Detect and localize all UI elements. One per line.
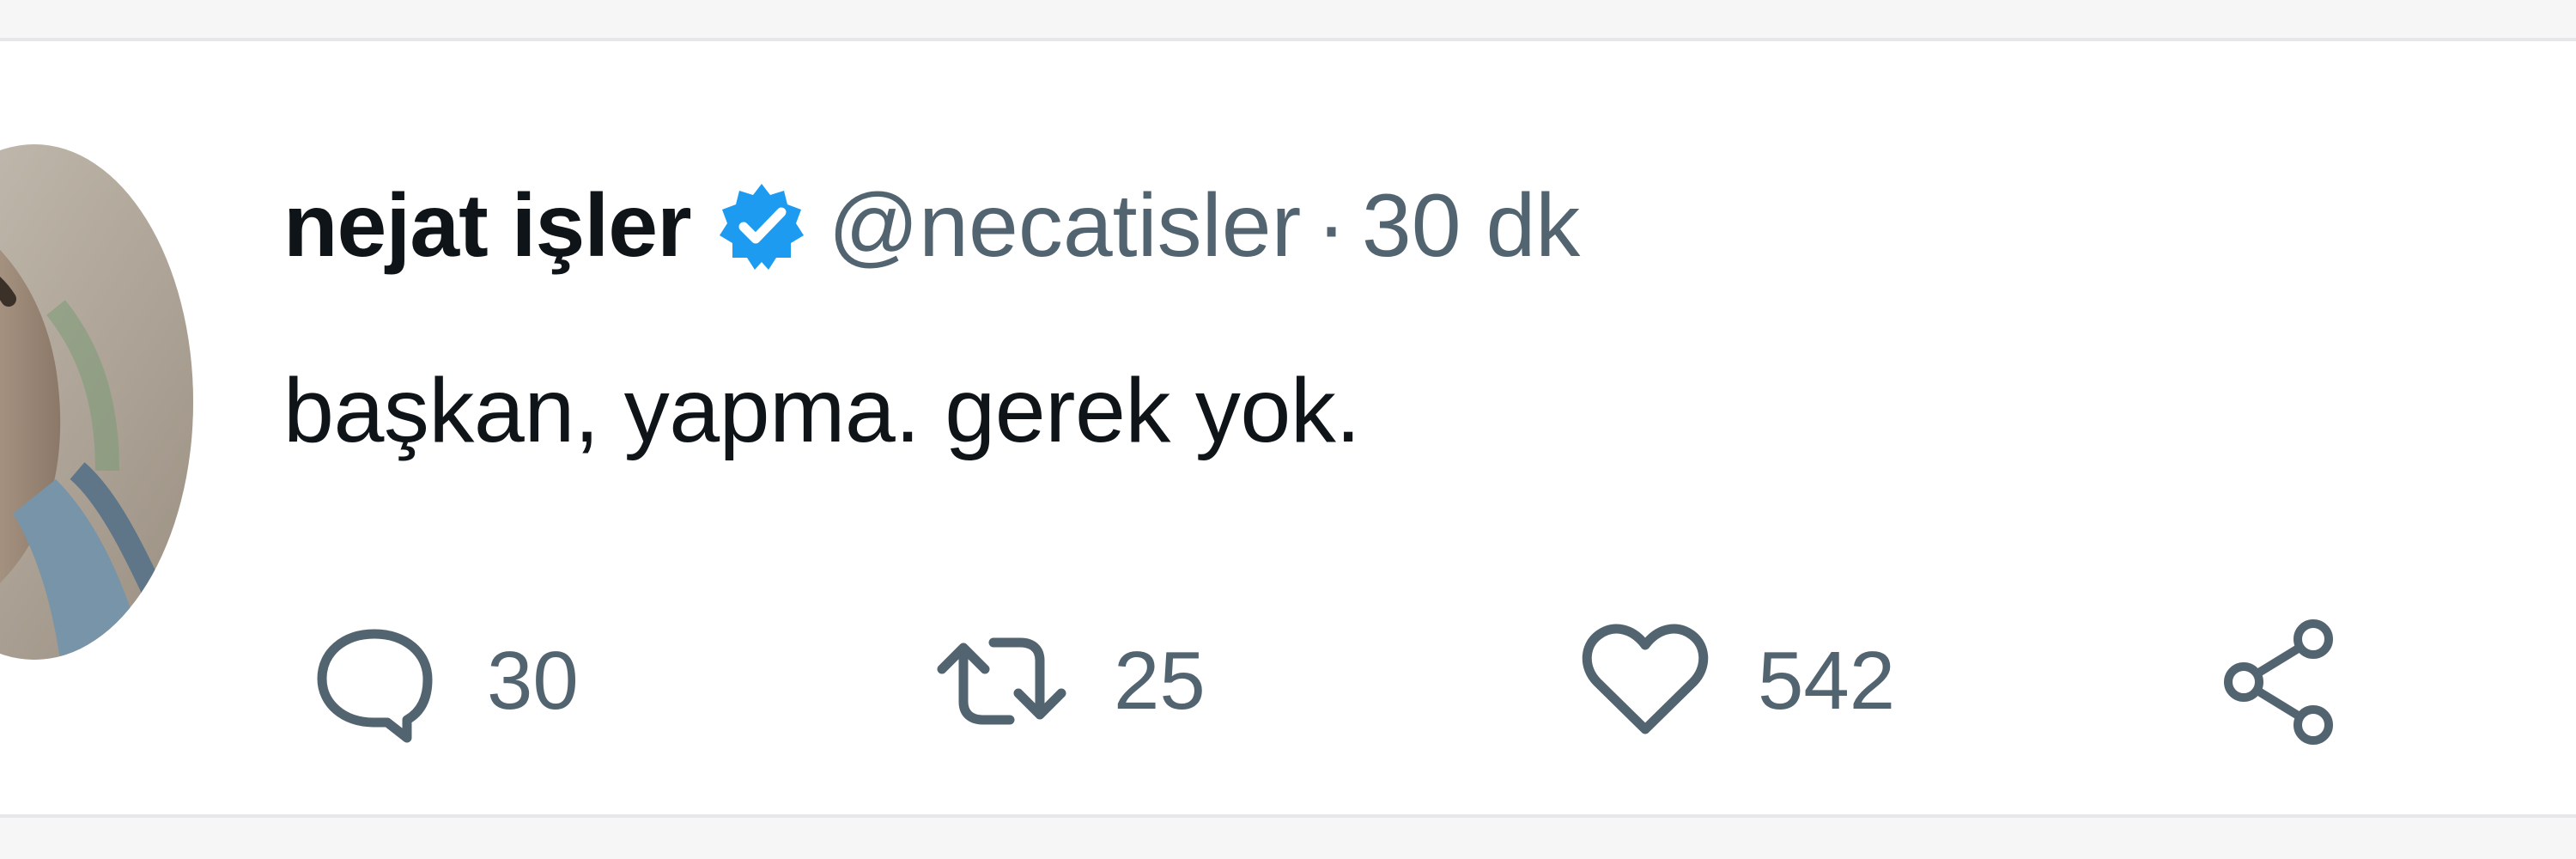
reply-button[interactable]: 30 bbox=[305, 617, 579, 746]
avatar[interactable] bbox=[0, 144, 193, 660]
share-icon bbox=[2211, 612, 2350, 751]
tweet-screenshot: nejat işler @necatisler · 30 dk başkan, … bbox=[0, 0, 2576, 859]
tweet-card[interactable]: nejat işler @necatisler · 30 dk başkan, … bbox=[0, 38, 2576, 818]
retweet-button[interactable]: 25 bbox=[932, 617, 1206, 746]
author-name[interactable]: nejat işler bbox=[283, 175, 692, 277]
like-button[interactable]: 542 bbox=[1576, 617, 1895, 746]
like-icon bbox=[1576, 612, 1715, 751]
profile-photo-icon bbox=[0, 144, 193, 660]
reply-count: 30 bbox=[487, 635, 579, 727]
verified-badge-icon bbox=[715, 180, 808, 272]
like-count: 542 bbox=[1758, 635, 1896, 727]
reply-icon bbox=[305, 612, 444, 751]
timestamp-separator: · bbox=[1316, 175, 1346, 276]
tweet-header: nejat işler @necatisler · 30 dk bbox=[283, 170, 1580, 282]
tweet-text: başkan, yapma. gerek yok. bbox=[283, 360, 1361, 461]
timestamp[interactable]: 30 dk bbox=[1362, 175, 1580, 277]
retweet-icon bbox=[932, 612, 1071, 751]
retweet-count: 25 bbox=[1114, 635, 1206, 727]
share-button[interactable] bbox=[2211, 617, 2350, 746]
tweet-actions: 30 25 542 bbox=[305, 617, 2417, 746]
author-handle[interactable]: @necatisler bbox=[829, 175, 1302, 277]
